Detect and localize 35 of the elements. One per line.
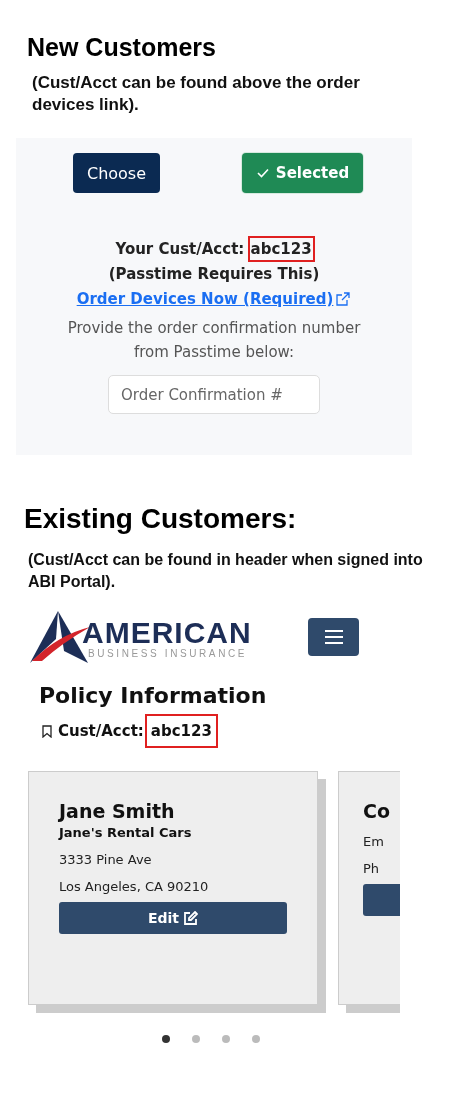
logo-name: AMERICAN	[82, 618, 252, 648]
menu-icon	[323, 629, 344, 645]
account-number: abc123	[146, 716, 216, 746]
section-heading: New Customers	[27, 33, 217, 62]
instructions-text: Provide the order confirmation number from Passtime below:	[66, 318, 362, 363]
card-text: Ph	[363, 861, 381, 876]
card-title: Co	[363, 800, 391, 822]
card-text: Los Angeles, CA 90210	[59, 879, 210, 894]
choose-button[interactable]: Choose	[73, 153, 160, 193]
carousel-dot[interactable]	[162, 1035, 170, 1043]
carousel-dot[interactable]	[252, 1035, 260, 1043]
card-text: Em	[363, 834, 385, 849]
bookmark-icon	[42, 724, 52, 738]
account-label: Your Cust/Acct:	[115, 240, 245, 258]
edit-button[interactable]: Edit	[59, 902, 287, 934]
account-number: abc123	[249, 238, 313, 260]
carousel-dot[interactable]	[222, 1035, 230, 1043]
order-devices-link[interactable]: Order Devices Now (Required)	[76, 290, 352, 308]
section-heading: Existing Customers:	[24, 503, 298, 535]
note-text: (Cust/Acct can be found in header when signed into ABI Portal).	[28, 550, 424, 592]
account-label: Cust/Acct:	[58, 722, 144, 740]
card-title: Jane Smith	[59, 800, 176, 822]
logo-tagline: BUSINESS INSURANCE	[88, 648, 249, 659]
account-note: (Passtime Requires This)	[108, 265, 320, 283]
page-title: Policy Information	[39, 683, 268, 708]
card-text: 3333 Pine Ave	[59, 852, 153, 867]
company-name: Jane's Rental Cars	[59, 825, 193, 840]
confirmation-field[interactable]: Order Confirmation #	[108, 375, 320, 414]
external-link-icon	[335, 291, 352, 307]
selected-button[interactable]: Selected	[242, 153, 363, 193]
edit-icon	[183, 910, 199, 926]
carousel-dot[interactable]	[192, 1035, 200, 1043]
check-icon	[255, 167, 270, 179]
note-text: (Cust/Acct can be found above the order devices link).	[32, 72, 361, 116]
menu-button[interactable]	[308, 618, 359, 656]
